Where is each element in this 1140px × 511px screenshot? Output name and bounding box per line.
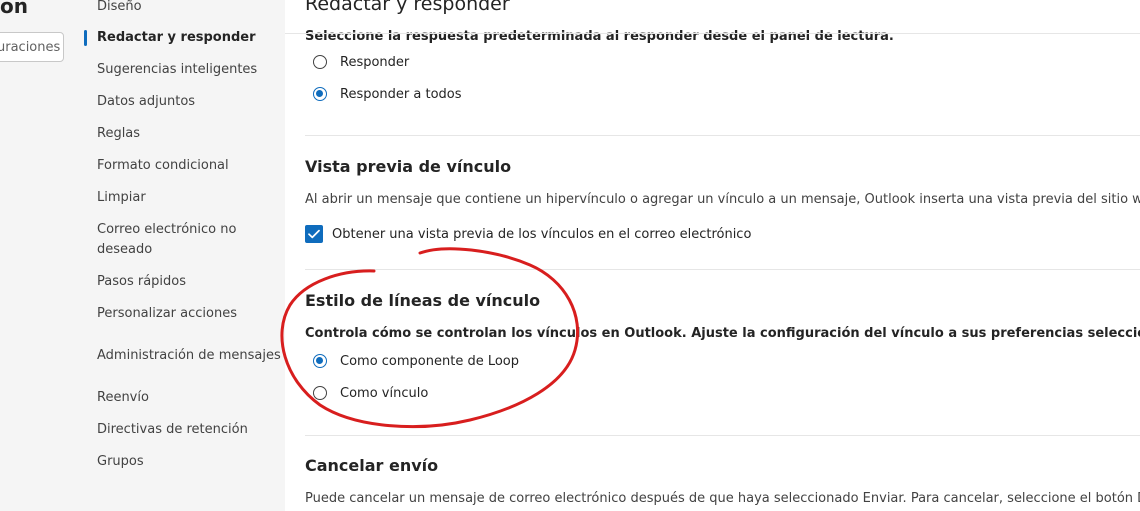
nav-item-reenvio[interactable]: Reenvío — [97, 388, 277, 408]
nav-item-correo-no-deseado[interactable]: Correo electrónico no deseado — [97, 220, 247, 260]
radio-responder-a-todos[interactable]: Responder a todos — [313, 84, 462, 104]
radio-label: Como vínculo — [340, 385, 429, 401]
radio-selected-icon[interactable] — [313, 87, 327, 101]
section-divider — [305, 269, 1140, 270]
link-preview-title: Vista previa de vínculo — [305, 157, 512, 176]
radio-responder[interactable]: Responder — [313, 52, 409, 72]
header-divider — [285, 33, 1140, 34]
section-divider — [305, 435, 1140, 436]
left-panel: on uraciones — [0, 0, 86, 511]
radio-como-componente-de-loop[interactable]: Como componente de Loop — [313, 351, 519, 371]
nav-item-pasos-rapidos[interactable]: Pasos rápidos — [97, 272, 277, 292]
nav-item-formato-condicional[interactable]: Formato condicional — [97, 156, 277, 176]
nav-item-limpiar[interactable]: Limpiar — [97, 188, 277, 208]
undo-send-description: Puede cancelar un mensaje de correo elec… — [305, 491, 1140, 506]
nav-item-grupos[interactable]: Grupos — [97, 452, 277, 472]
left-panel-title: on — [0, 0, 28, 18]
section-divider — [305, 135, 1140, 136]
radio-label: Responder a todos — [340, 86, 462, 102]
nav-item-reglas[interactable]: Reglas — [97, 124, 277, 144]
nav-item-redactar-y-responder[interactable]: Redactar y responder — [97, 28, 277, 48]
reply-description: Seleccione la respuesta predeterminada a… — [305, 29, 894, 44]
link-style-description: Controla cómo se controlan los vínculos … — [305, 326, 1140, 341]
nav-item-sugerencias-inteligentes[interactable]: Sugerencias inteligentes — [97, 60, 277, 80]
nav-item-administracion-de-mensajes[interactable]: Administración de mensajes — [97, 346, 282, 366]
radio-como-vinculo[interactable]: Como vínculo — [313, 383, 428, 403]
radio-label: Como componente de Loop — [340, 353, 520, 369]
checkmark-icon[interactable] — [305, 225, 323, 243]
link-style-title: Estilo de líneas de vínculo — [305, 291, 541, 310]
radio-unselected-icon[interactable] — [313, 55, 327, 69]
nav-item-diseno[interactable]: Diseño — [97, 0, 277, 17]
settings-content: Redactar y responder Seleccione la respu… — [285, 0, 1140, 511]
nav-item-directivas-de-retencion[interactable]: Directivas de retención — [97, 420, 277, 440]
nav-item-datos-adjuntos[interactable]: Datos adjuntos — [97, 92, 277, 112]
page-title: Redactar y responder — [305, 0, 510, 15]
undo-send-title: Cancelar envío — [305, 456, 439, 475]
radio-label: Responder — [340, 54, 410, 70]
nav-item-personalizar-acciones[interactable]: Personalizar acciones — [97, 304, 277, 324]
radio-selected-icon[interactable] — [313, 354, 327, 368]
checkbox-label: Obtener una vista previa de los vínculos… — [332, 226, 752, 242]
link-preview-description: Al abrir un mensaje que contiene un hipe… — [305, 192, 1140, 207]
link-preview-checkbox[interactable]: Obtener una vista previa de los vínculos… — [305, 224, 751, 244]
radio-unselected-icon[interactable] — [313, 386, 327, 400]
nav-active-indicator — [84, 30, 87, 46]
search-settings-input[interactable]: uraciones — [0, 32, 64, 62]
settings-nav: Diseño Redactar y responder Sugerencias … — [84, 0, 285, 511]
